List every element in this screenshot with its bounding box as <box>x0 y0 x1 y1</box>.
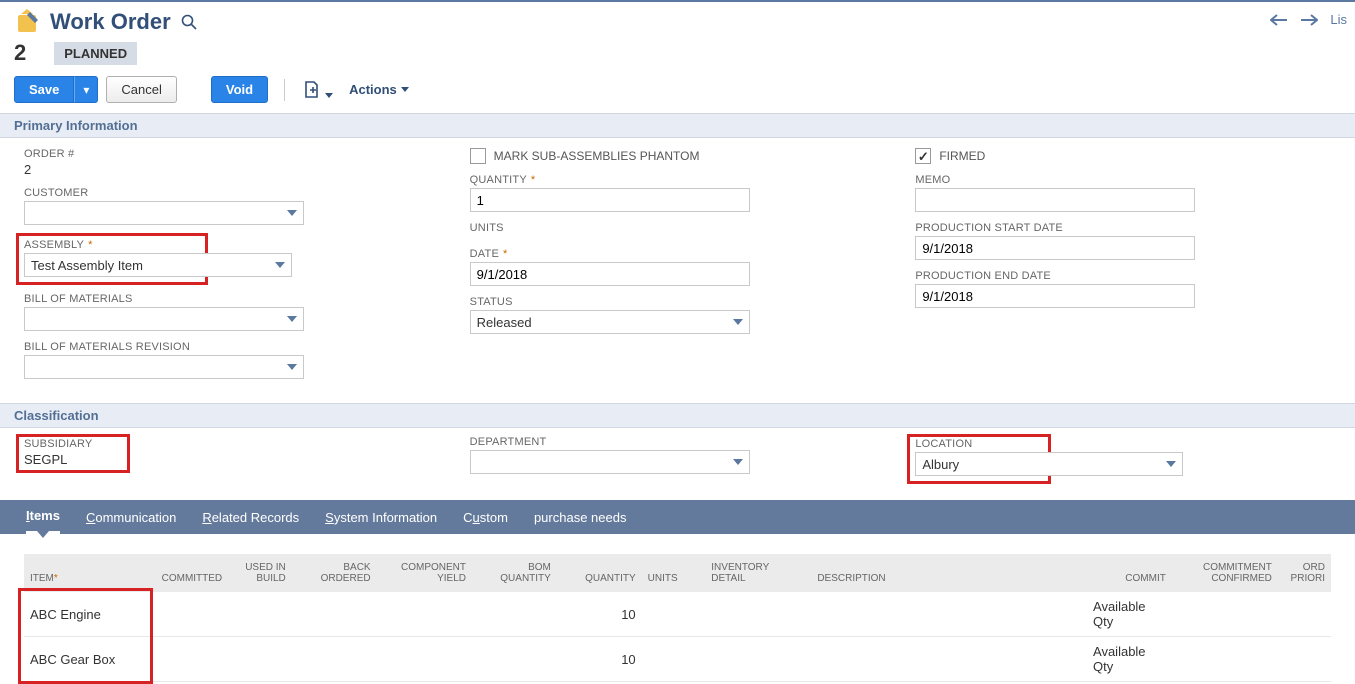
col-inventory-detail: INVENTORY DETAIL <box>705 554 811 592</box>
col-used-in-build: USED IN BUILD <box>228 554 292 592</box>
assembly-label: ASSEMBLY* <box>24 239 200 251</box>
save-button-group[interactable]: Save ▾ <box>14 76 98 103</box>
chevron-down-icon <box>733 319 743 325</box>
nav-back-arrow[interactable] <box>1270 13 1288 27</box>
firmed-label: FIRMED <box>939 149 985 163</box>
chevron-down-icon <box>287 364 297 370</box>
chevron-down-icon <box>1166 461 1176 467</box>
location-select[interactable]: Albury <box>915 452 1183 476</box>
commit-cell: Available Qty <box>1087 637 1172 682</box>
caret-icon <box>325 87 333 101</box>
assembly-value: Test Assembly Item <box>31 258 143 273</box>
units-label: UNITS <box>470 222 886 234</box>
item-cell: ABC Gear Box <box>30 652 115 667</box>
list-link[interactable]: Lis <box>1330 12 1347 27</box>
tab-related-records[interactable]: Related Records <box>202 502 299 533</box>
col-committed: COMMITTED <box>151 554 228 592</box>
chevron-down-icon <box>733 459 743 465</box>
record-id: 2 <box>14 40 26 66</box>
prod-end-label: PRODUCTION END DATE <box>915 270 1331 282</box>
nav-forward-arrow[interactable] <box>1300 13 1318 27</box>
col-component-yield: COMPONENT YIELD <box>377 554 472 592</box>
mark-phantom-label: MARK SUB-ASSEMBLIES PHANTOM <box>494 149 700 163</box>
chevron-down-icon <box>275 262 285 268</box>
chevron-down-icon <box>287 210 297 216</box>
tab-system-information[interactable]: System Information <box>325 502 437 533</box>
checkbox-checked-icon <box>915 148 931 164</box>
void-button[interactable]: Void <box>211 76 268 103</box>
prod-start-label: PRODUCTION START DATE <box>915 222 1331 234</box>
col-item: ITEM <box>30 573 54 584</box>
col-bom-quantity: BOM QUANTITY <box>472 554 557 592</box>
status-value: Released <box>477 315 532 330</box>
tab-communication[interactable]: Communication <box>86 502 176 533</box>
checkbox-icon <box>470 148 486 164</box>
col-description: DESCRIPTION <box>811 554 1087 592</box>
subsidiary-label: SUBSIDIARY <box>24 438 122 450</box>
bom-select[interactable] <box>24 307 304 331</box>
quantity-input[interactable] <box>470 188 750 212</box>
tab-purchase-needs[interactable]: purchase needs <box>534 502 627 533</box>
cancel-button[interactable]: Cancel <box>106 76 176 103</box>
col-units: UNITS <box>642 554 706 592</box>
table-row[interactable]: ABC Gear Box 10 Available Qty <box>24 637 1331 682</box>
separator <box>284 79 285 101</box>
order-no-label: ORDER # <box>24 148 440 160</box>
col-back-ordered: BACK ORDERED <box>292 554 377 592</box>
subtab-bar: Items Communication Related Records Syst… <box>0 500 1355 534</box>
location-value: Albury <box>922 457 959 472</box>
search-icon[interactable] <box>181 14 197 30</box>
quantity-cell: 10 <box>557 637 642 682</box>
mark-phantom-checkbox[interactable]: MARK SUB-ASSEMBLIES PHANTOM <box>470 148 886 164</box>
bom-label: BILL OF MATERIALS <box>24 293 440 305</box>
work-order-icon <box>14 8 42 36</box>
add-document-icon[interactable] <box>301 79 323 101</box>
prod-start-input[interactable] <box>915 236 1195 260</box>
classification-header: Classification <box>0 403 1355 428</box>
chevron-down-icon <box>287 316 297 322</box>
firmed-checkbox[interactable]: FIRMED <box>915 148 1331 164</box>
quantity-cell: 10 <box>557 592 642 637</box>
location-label: LOCATION <box>915 438 1043 450</box>
customer-label: CUSTOMER <box>24 187 440 199</box>
table-row[interactable]: ABC Engine 10 Available Qty <box>24 592 1331 637</box>
order-no-value: 2 <box>24 162 440 177</box>
department-select[interactable] <box>470 450 750 474</box>
customer-select[interactable] <box>24 201 304 225</box>
assembly-select[interactable]: Test Assembly Item <box>24 253 292 277</box>
col-commit: COMMIT <box>1087 554 1172 592</box>
page-title: Work Order <box>50 9 171 35</box>
save-button[interactable]: Save <box>14 76 74 103</box>
status-select[interactable]: Released <box>470 310 750 334</box>
date-input[interactable] <box>470 262 750 286</box>
items-table: ITEM* COMMITTED USED IN BUILD BACK ORDER… <box>24 554 1331 682</box>
memo-label: MEMO <box>915 174 1331 186</box>
commit-cell: Available Qty <box>1087 592 1172 637</box>
bom-rev-select[interactable] <box>24 355 304 379</box>
tab-custom[interactable]: Custom <box>463 502 508 533</box>
col-quantity: QUANTITY <box>557 554 642 592</box>
prod-end-input[interactable] <box>915 284 1195 308</box>
actions-label: Actions <box>349 82 397 97</box>
tab-items[interactable]: Items <box>26 500 60 534</box>
date-label: DATE* <box>470 248 886 260</box>
col-order-priority: ORD PRIORI <box>1278 554 1331 592</box>
status-badge: PLANNED <box>54 42 137 65</box>
subsidiary-value: SEGPL <box>24 452 122 467</box>
memo-input[interactable] <box>915 188 1195 212</box>
actions-menu[interactable]: Actions <box>349 82 409 97</box>
department-label: DEPARTMENT <box>470 436 886 448</box>
primary-info-header: Primary Information <box>0 113 1355 138</box>
bom-rev-label: BILL OF MATERIALS REVISION <box>24 341 440 353</box>
item-cell: ABC Engine <box>30 607 101 622</box>
status-label: STATUS <box>470 296 886 308</box>
quantity-label: QUANTITY* <box>470 174 886 186</box>
save-caret[interactable]: ▾ <box>74 76 98 103</box>
col-commitment-confirmed: COMMITMENT CONFIRMED <box>1172 554 1278 592</box>
